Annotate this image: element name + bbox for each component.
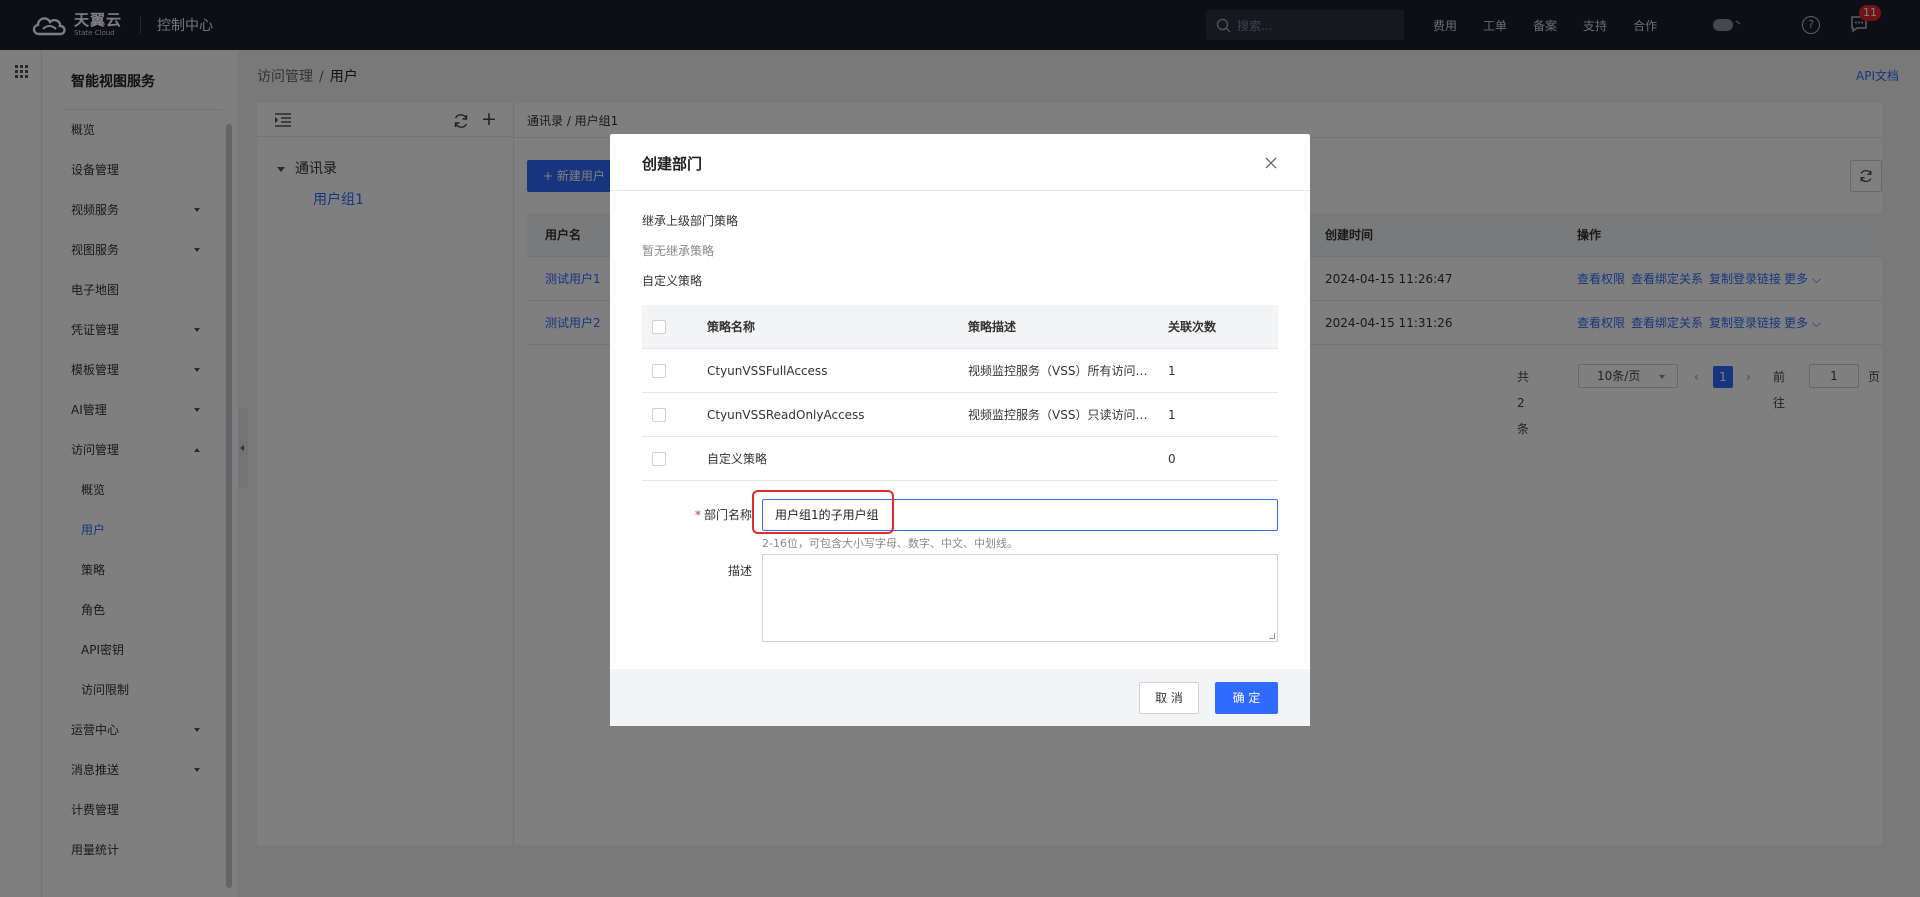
required-mark: * xyxy=(694,508,701,522)
cancel-button[interactable]: 取 消 xyxy=(1139,682,1199,714)
confirm-button[interactable]: 确 定 xyxy=(1215,682,1278,714)
description-textarea[interactable] xyxy=(762,554,1278,642)
dept-name-hint: 2-16位，可包含大小写字母、数字、中文、中划线。 xyxy=(762,537,1018,550)
policy-name: CtyunVSSReadOnlyAccess xyxy=(707,408,865,422)
inherit-policy-label: 继承上级部门策略 xyxy=(642,214,739,228)
policy-count: 1 xyxy=(1168,408,1176,422)
policy-count: 1 xyxy=(1168,364,1176,378)
policy-checkbox[interactable] xyxy=(652,452,666,466)
policy-table-header: 策略名称 策略描述 关联次数 xyxy=(642,305,1278,349)
close-icon[interactable] xyxy=(1264,156,1278,170)
create-department-dialog: 创建部门 继承上级部门策略 暂无继承策略 自定义策略 策略名称 策略描述 关联次… xyxy=(610,134,1310,726)
policy-name: 自定义策略 xyxy=(707,452,768,466)
policy-row: CtyunVSSReadOnlyAccess 视频监控服务（VSS）只读访问权限… xyxy=(642,393,1278,437)
col-policy-name: 策略名称 xyxy=(707,320,756,334)
select-all-checkbox[interactable] xyxy=(652,320,666,334)
desc-label: 描述 xyxy=(727,564,752,578)
policy-row: 自定义策略 0 xyxy=(642,437,1278,481)
dept-name-label-text: 部门名称 xyxy=(703,508,752,522)
policy-name: CtyunVSSFullAccess xyxy=(707,364,828,378)
policy-row: CtyunVSSFullAccess 视频监控服务（VSS）所有访问权限 1 xyxy=(642,349,1278,393)
inherit-policy-empty: 暂无继承策略 xyxy=(642,244,715,258)
dept-name-label: * 部门名称 xyxy=(672,506,752,523)
policy-desc: 视频监控服务（VSS）只读访问权限 xyxy=(968,408,1148,422)
col-policy-count: 关联次数 xyxy=(1168,320,1217,334)
highlight-box xyxy=(752,490,894,534)
policy-checkbox[interactable] xyxy=(652,364,666,378)
policy-count: 0 xyxy=(1168,452,1176,466)
policy-checkbox[interactable] xyxy=(652,408,666,422)
policy-table: 策略名称 策略描述 关联次数 CtyunVSSFullAccess 视频监控服务… xyxy=(642,305,1278,481)
policy-desc: 视频监控服务（VSS）所有访问权限 xyxy=(968,364,1148,378)
dialog-footer: 取 消 确 定 xyxy=(610,669,1310,726)
dialog-title: 创建部门 xyxy=(642,155,703,173)
custom-policy-label: 自定义策略 xyxy=(642,274,703,288)
col-policy-desc: 策略描述 xyxy=(968,320,1017,334)
dialog-header: 创建部门 xyxy=(610,134,1310,191)
resize-handle-icon[interactable] xyxy=(1269,633,1275,639)
